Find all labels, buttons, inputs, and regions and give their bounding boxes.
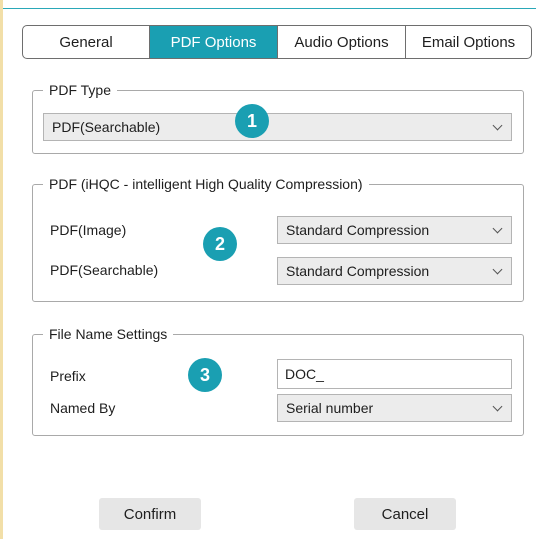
file-name-settings-legend: File Name Settings <box>49 326 168 342</box>
options-tab-bar: General PDF Options Audio Options Email … <box>22 25 532 59</box>
tab-email-options[interactable]: Email Options <box>406 26 531 58</box>
window-top-border <box>3 8 536 9</box>
pdf-searchable-label: PDF(Searchable) <box>50 262 159 278</box>
pdf-type-value: PDF(Searchable) <box>52 119 161 135</box>
pdf-image-compression-select[interactable]: Standard Compression <box>277 216 512 244</box>
pdf-searchable-compression-value: Standard Compression <box>286 263 430 279</box>
pdf-image-label: PDF(Image) <box>50 222 127 238</box>
cancel-button[interactable]: Cancel <box>354 498 456 530</box>
confirm-button[interactable]: Confirm <box>99 498 201 530</box>
step-badge-3: 3 <box>188 358 222 392</box>
step-badge-1: 1 <box>235 104 269 138</box>
pdf-type-legend: PDF Type <box>49 82 111 98</box>
chevron-down-icon <box>492 401 503 412</box>
chevron-down-icon <box>492 223 503 234</box>
named-by-select[interactable]: Serial number <box>277 394 512 422</box>
chevron-down-icon <box>492 120 503 131</box>
chevron-down-icon <box>492 264 503 275</box>
prefix-input-value: DOC_ <box>285 366 324 382</box>
prefix-label: Prefix <box>50 368 86 384</box>
pdf-type-select[interactable]: PDF(Searchable) <box>43 113 512 141</box>
pdf-image-compression-value: Standard Compression <box>286 222 430 238</box>
prefix-input[interactable]: DOC_ <box>277 359 512 389</box>
named-by-label: Named By <box>50 400 116 416</box>
pdf-searchable-compression-select[interactable]: Standard Compression <box>277 257 512 285</box>
tab-audio-options[interactable]: Audio Options <box>278 26 406 58</box>
ihqc-legend: PDF (iHQC - intelligent High Quality Com… <box>49 176 363 192</box>
tab-pdf-options[interactable]: PDF Options <box>150 26 278 58</box>
tab-general[interactable]: General <box>23 26 150 58</box>
step-badge-2: 2 <box>203 227 237 261</box>
named-by-value: Serial number <box>286 400 374 416</box>
window-edge-strip <box>0 0 3 539</box>
